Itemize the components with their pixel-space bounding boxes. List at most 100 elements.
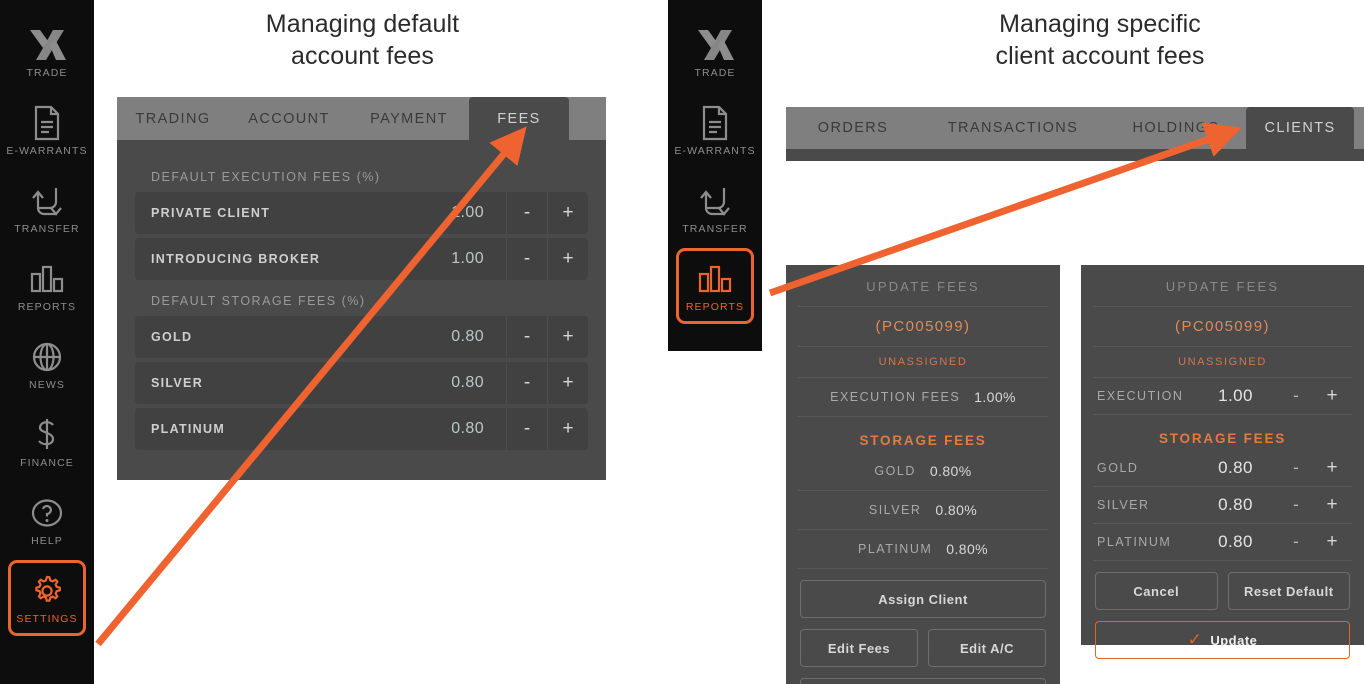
- card-button-row: Edit Fees Edit A/C: [786, 629, 1060, 667]
- update-fees-edit-card: UPDATE FEES (PC005099) UNASSIGNED EXECUT…: [1081, 265, 1364, 659]
- fee-row-value: 0.80: [451, 420, 484, 437]
- settings-fees-panel: TRADING ACCOUNT PAYMENT FEES DEFAULT EXE…: [117, 97, 606, 480]
- decrement-button[interactable]: -: [1278, 458, 1314, 478]
- decrement-button[interactable]: -: [506, 408, 547, 450]
- increment-button[interactable]: +: [547, 408, 588, 450]
- cancel-button[interactable]: Cancel: [1095, 572, 1218, 610]
- storage-fee-row: GOLD 0.80%: [786, 452, 1060, 490]
- increment-button[interactable]: +: [1314, 494, 1350, 516]
- sidebar-item-label: TRANSFER: [14, 222, 80, 235]
- execution-fees-label: EXECUTION FEES: [830, 390, 961, 404]
- storage-fee-value: 0.80%: [935, 502, 978, 518]
- increment-button[interactable]: +: [1314, 385, 1350, 407]
- fee-row-value: 1.00: [451, 204, 484, 221]
- sidebar-item-e-warrants[interactable]: E-WARRANTS: [6, 92, 87, 168]
- fee-row-label: PRIVATE CLIENT: [151, 206, 271, 220]
- storage-fee-row: SILVER 0.80%: [786, 491, 1060, 529]
- settings-tabbar: TRADING ACCOUNT PAYMENT FEES: [117, 97, 606, 140]
- tab-clients[interactable]: CLIENTS: [1246, 107, 1354, 149]
- sidebar-item-trade[interactable]: TRADE: [8, 14, 86, 90]
- storage-fee-edit-row[interactable]: SILVER 0.80 - +: [1081, 487, 1364, 523]
- tab-account[interactable]: ACCOUNT: [229, 97, 349, 140]
- reset-default-button[interactable]: Reset Default: [1227, 572, 1350, 610]
- divider: [798, 568, 1048, 569]
- decrement-button[interactable]: -: [506, 316, 547, 358]
- fee-row[interactable]: PLATINUM 0.80 - +: [135, 408, 588, 450]
- fee-row-label: GOLD: [151, 330, 193, 344]
- divider: [1093, 560, 1352, 561]
- decrement-button[interactable]: -: [506, 362, 547, 404]
- execution-fee-edit-row[interactable]: EXECUTION 1.00 - +: [1081, 378, 1364, 414]
- card-button-row: Cancel Reset Default: [1081, 572, 1364, 610]
- update-button-label: Update: [1210, 632, 1258, 648]
- settings-fees-body: DEFAULT EXECUTION FEES (%) PRIVATE CLIEN…: [117, 140, 606, 450]
- fee-row[interactable]: GOLD 0.80 - +: [135, 316, 588, 358]
- brand-x-icon: [26, 26, 68, 64]
- default-storage-fees-title: DEFAULT STORAGE FEES (%): [151, 294, 366, 308]
- storage-fee-edit-row[interactable]: PLATINUM 0.80 - +: [1081, 524, 1364, 560]
- sidebar-item-reports[interactable]: REPORTS: [8, 248, 86, 324]
- increment-button[interactable]: +: [547, 316, 588, 358]
- sidebar-item-trade[interactable]: TRADE: [676, 14, 754, 90]
- sidebar-item-finance[interactable]: FINANCE: [8, 404, 86, 480]
- increment-button[interactable]: +: [547, 192, 588, 234]
- storage-fees-header: STORAGE FEES: [859, 433, 987, 448]
- increment-button[interactable]: +: [547, 238, 588, 280]
- decrement-button[interactable]: -: [1278, 532, 1314, 552]
- sidebar-item-transfer[interactable]: TRANSFER: [676, 170, 754, 246]
- decrement-button[interactable]: -: [1278, 386, 1314, 406]
- tab-orders[interactable]: ORDERS: [786, 107, 920, 149]
- fee-row[interactable]: PRIVATE CLIENT 1.00 - +: [135, 192, 588, 234]
- default-execution-fees-title: DEFAULT EXECUTION FEES (%): [151, 170, 381, 184]
- card-title: UPDATE FEES: [1165, 279, 1280, 294]
- edit-fees-button[interactable]: Edit Fees: [800, 629, 918, 667]
- storage-fee-row: PLATINUM 0.80%: [786, 530, 1060, 568]
- fee-row-label: INTRODUCING BROKER: [151, 252, 321, 266]
- sidebar-item-reports[interactable]: REPORTS: [676, 248, 754, 324]
- fee-row[interactable]: SILVER 0.80 - +: [135, 362, 588, 404]
- bar-chart-icon: [28, 260, 66, 298]
- sidebar-item-settings[interactable]: SETTINGS: [8, 560, 86, 636]
- sidebar-item-help[interactable]: HELP: [8, 482, 86, 558]
- tab-transactions[interactable]: TRANSACTIONS: [920, 107, 1106, 149]
- tab-trading[interactable]: TRADING: [117, 97, 229, 140]
- sidebar-item-label: NEWS: [29, 378, 65, 391]
- fee-row-value: 0.80: [451, 328, 484, 345]
- document-icon: [32, 104, 62, 142]
- update-button[interactable]: ✓ Update: [1095, 621, 1350, 659]
- decrement-button[interactable]: -: [1278, 495, 1314, 515]
- increment-button[interactable]: +: [1314, 457, 1350, 479]
- tab-holdings[interactable]: HOLDINGS: [1106, 107, 1246, 149]
- sidebar-item-label: REPORTS: [17, 300, 77, 313]
- tab-fees[interactable]: FEES: [469, 97, 569, 140]
- assign-client-button[interactable]: Assign Client: [800, 580, 1046, 618]
- sidebar-item-transfer[interactable]: TRANSFER: [8, 170, 86, 246]
- storage-fee-value: 0.80%: [946, 541, 988, 557]
- sidebar-item-label: HELP: [31, 534, 63, 547]
- reports-tabbar: ORDERS TRANSACTIONS HOLDINGS CLIENTS: [786, 107, 1364, 149]
- account-status: UNASSIGNED: [878, 356, 968, 368]
- figure-title-right-line2: client account fees: [995, 42, 1205, 70]
- account-number: (PC005099): [875, 318, 971, 335]
- decrement-button[interactable]: -: [506, 192, 547, 234]
- increment-button[interactable]: +: [547, 362, 588, 404]
- sidebar-item-news[interactable]: NEWS: [8, 326, 86, 402]
- storage-fee-edit-row[interactable]: GOLD 0.80 - +: [1081, 450, 1364, 486]
- tab-label: ORDERS: [817, 120, 889, 136]
- reset-password-button[interactable]: Reset Password: [800, 678, 1046, 684]
- bar-chart-icon: [696, 260, 734, 298]
- edit-ac-button[interactable]: Edit A/C: [928, 629, 1046, 667]
- fee-row-value: 1.00: [451, 250, 484, 267]
- sidebar-right: TRADE E-WARRANTS TRANSFER REPORTS: [668, 0, 762, 351]
- figure-title-left-line1: Managing default: [265, 10, 460, 38]
- tab-label: TRANSACTIONS: [947, 120, 1079, 136]
- increment-button[interactable]: +: [1314, 531, 1350, 553]
- tab-label: HOLDINGS: [1132, 120, 1220, 136]
- tab-label: FEES: [497, 110, 541, 127]
- tab-payment[interactable]: PAYMENT: [349, 97, 469, 140]
- sidebar-item-e-warrants[interactable]: E-WARRANTS: [674, 92, 755, 168]
- fee-row[interactable]: INTRODUCING BROKER 1.00 - +: [135, 238, 588, 280]
- decrement-button[interactable]: -: [506, 238, 547, 280]
- tab-label: TRADING: [135, 110, 211, 127]
- figure-title-left: Managing default account fees: [185, 8, 540, 72]
